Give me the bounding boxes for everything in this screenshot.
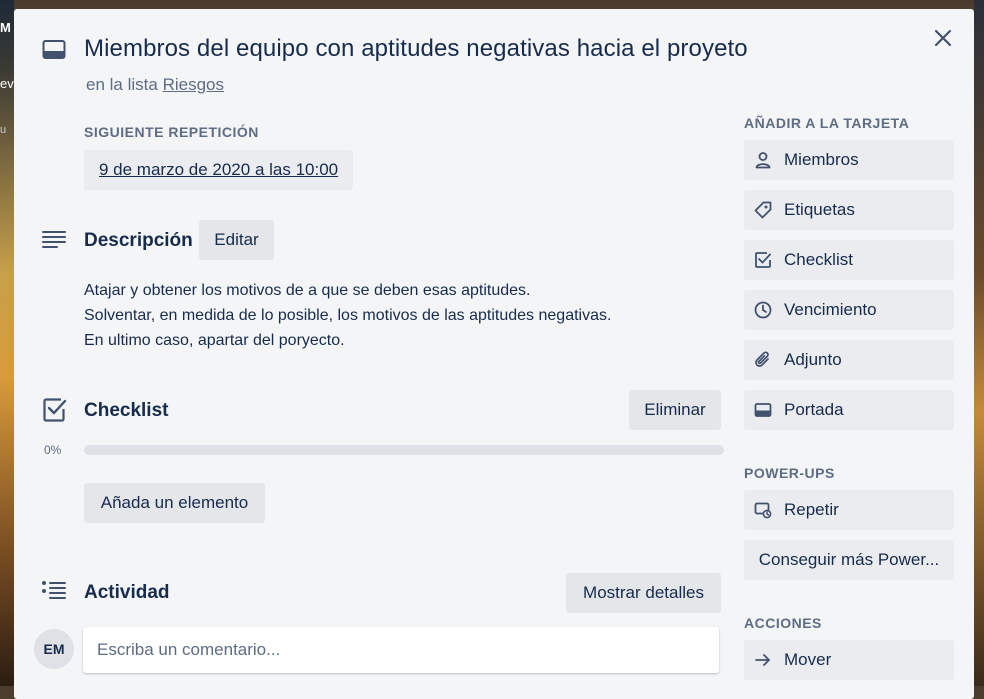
close-button[interactable] <box>930 25 956 51</box>
description-icon <box>42 231 66 248</box>
card-detail-modal: Miembros del equipo con aptitudes negati… <box>14 9 974 699</box>
in-list-prefix: en la lista <box>86 75 158 94</box>
due-date-label: Vencimiento <box>784 300 877 319</box>
description-title: Descripción <box>84 230 193 251</box>
cover-label: Portada <box>784 400 844 419</box>
description-text[interactable]: Atajar y obtener los motivos de a que se… <box>84 278 611 353</box>
list-link[interactable]: Riesgos <box>163 75 224 94</box>
get-more-power-ups-button[interactable]: Conseguir más Power... <box>744 540 954 580</box>
card-list-info: en la lista Riesgos <box>86 75 224 95</box>
card-icon <box>42 40 66 59</box>
board-peek-text: M <box>0 20 11 35</box>
board-background-left: M ev u <box>0 0 14 686</box>
show-details-button[interactable]: Mostrar detalles <box>566 573 721 613</box>
clock-icon <box>754 301 772 319</box>
attachment-button[interactable]: Adjunto <box>744 340 954 380</box>
add-to-card-heading: AÑADIR A LA TARJETA <box>744 115 910 131</box>
activity-icon <box>42 581 66 599</box>
move-button[interactable]: Mover <box>744 640 954 680</box>
attachment-label: Adjunto <box>784 350 842 369</box>
delete-checklist-button[interactable]: Eliminar <box>629 390 721 430</box>
labels-button[interactable]: Etiquetas <box>744 190 954 230</box>
checklist-add-label: Checklist <box>784 250 853 269</box>
checklist-icon <box>43 398 67 422</box>
labels-label: Etiquetas <box>784 200 855 219</box>
paperclip-icon <box>755 351 769 367</box>
board-peek-text: u <box>0 124 7 136</box>
board-background-right <box>974 0 984 686</box>
close-icon <box>934 29 952 47</box>
checklist-progress-bar <box>84 445 724 455</box>
cover-icon <box>754 403 772 417</box>
description-line: En ultimo caso, apartar del poryecto. <box>84 332 345 349</box>
tag-icon <box>754 201 772 219</box>
repeat-label: Repetir <box>784 500 839 519</box>
members-button[interactable]: Miembros <box>744 140 954 180</box>
checklist-button[interactable]: Checklist <box>744 240 954 280</box>
person-icon <box>755 152 771 169</box>
edit-description-button[interactable]: Editar <box>199 220 274 260</box>
due-date-button[interactable]: Vencimiento <box>744 290 954 330</box>
checkbox-icon <box>755 252 771 268</box>
checklist-title[interactable]: Checklist <box>84 400 168 422</box>
arrow-right-icon <box>755 654 770 666</box>
activity-title: Actividad <box>84 582 170 603</box>
avatar[interactable]: EM <box>34 629 74 669</box>
board-peek-text: ev <box>0 76 14 91</box>
power-ups-heading: POWER-UPS <box>744 465 835 481</box>
get-more-power-ups-label: Conseguir más Power... <box>758 550 940 569</box>
actions-heading: ACCIONES <box>744 615 822 631</box>
repeat-button[interactable]: Repetir <box>744 490 954 530</box>
cover-button[interactable]: Portada <box>744 390 954 430</box>
description-line: Atajar y obtener los motivos de a que se… <box>84 282 531 299</box>
next-repeat-label: SIGUIENTE REPETICIÓN <box>84 124 259 140</box>
add-checklist-item-button[interactable]: Añada un elemento <box>84 483 265 523</box>
repeat-icon <box>754 502 772 519</box>
card-title[interactable]: Miembros del equipo con aptitudes negati… <box>84 35 748 63</box>
move-label: Mover <box>784 650 832 669</box>
comment-input[interactable] <box>83 627 719 673</box>
members-label: Miembros <box>784 150 859 169</box>
next-repeat-date-button[interactable]: 9 de marzo de 2020 a las 10:00 <box>84 150 354 190</box>
checklist-percent: 0% <box>44 443 62 457</box>
description-line: Solventar, en medida de lo posible, los … <box>84 307 612 324</box>
